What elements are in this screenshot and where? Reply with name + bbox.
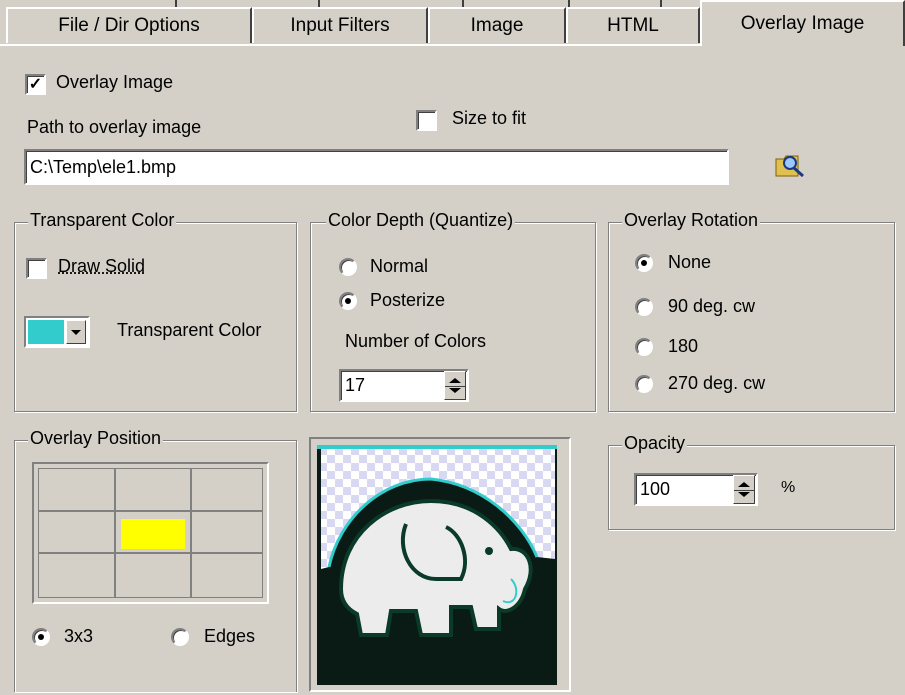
position-cell-top-center[interactable]: [114, 468, 192, 512]
transparent-color-label: Transparent Color: [117, 320, 261, 341]
tab-input-filters[interactable]: Input Filters: [252, 7, 428, 43]
tab-label: File / Dir Options: [58, 15, 199, 37]
tab-row-behind: [0, 0, 703, 7]
normal-label: Normal: [370, 256, 428, 277]
overlay-position-title: Overlay Position: [28, 428, 163, 449]
rotation-180-label: 180: [668, 336, 698, 357]
tab-label: Overlay Image: [741, 13, 865, 35]
number-of-colors-spinner[interactable]: [444, 371, 466, 400]
position-highlight: [121, 519, 185, 549]
overlay-image-label: Overlay Image: [56, 72, 173, 93]
mode-3x3-radio[interactable]: [32, 628, 50, 646]
opacity-unit: %: [781, 479, 795, 497]
position-cell-bottom-center[interactable]: [114, 552, 192, 598]
rotation-none-radio[interactable]: [635, 254, 653, 272]
posterize-label: Posterize: [370, 290, 445, 311]
color-depth-title: Color Depth (Quantize): [326, 210, 515, 231]
overlay-rotation-title: Overlay Rotation: [622, 210, 760, 231]
opacity-spinner[interactable]: [733, 475, 755, 504]
tab-strip: File / Dir Options Input Filters Image H…: [0, 0, 905, 46]
folder-search-icon[interactable]: [774, 150, 808, 180]
transparent-color-title: Transparent Color: [28, 210, 176, 231]
normal-radio[interactable]: [339, 258, 357, 276]
position-cell-middle-left[interactable]: [38, 510, 116, 554]
posterize-radio[interactable]: [339, 292, 357, 310]
tab-divider: [0, 44, 703, 46]
path-label: Path to overlay image: [27, 117, 201, 138]
position-grid: [32, 462, 269, 604]
opacity-title: Opacity: [622, 433, 687, 454]
tab-html[interactable]: HTML: [566, 7, 700, 43]
position-cell-bottom-right[interactable]: [190, 552, 263, 598]
transparent-color-picker[interactable]: [24, 316, 90, 348]
color-swatch: [28, 320, 64, 344]
rotation-270-radio[interactable]: [635, 375, 653, 393]
path-input[interactable]: C:\Temp\ele1.bmp: [24, 149, 729, 185]
position-cell-top-right[interactable]: [190, 468, 263, 512]
size-to-fit-checkbox[interactable]: [416, 110, 437, 131]
draw-solid-label: Draw Solid: [58, 256, 145, 277]
mode-edges-radio[interactable]: [171, 628, 189, 646]
preview-frame: [309, 437, 571, 692]
mode-edges-label: Edges: [204, 626, 255, 647]
dropdown-arrow-icon[interactable]: [66, 320, 86, 344]
mode-3x3-label: 3x3: [64, 626, 93, 647]
elephant-preview-image: [311, 439, 569, 690]
size-to-fit-label: Size to fit: [452, 108, 526, 129]
rotation-none-label: None: [668, 252, 711, 273]
number-of-colors-value: 17: [345, 375, 365, 395]
position-cell-top-left[interactable]: [38, 468, 116, 512]
rotation-90-label: 90 deg. cw: [668, 296, 755, 317]
tab-label: Input Filters: [290, 15, 389, 37]
position-cell-bottom-left[interactable]: [38, 552, 116, 598]
opacity-value: 100: [640, 479, 670, 499]
tab-label: Image: [471, 15, 524, 37]
position-cell-middle-right[interactable]: [190, 510, 263, 554]
rotation-180-radio[interactable]: [635, 338, 653, 356]
rotation-270-label: 270 deg. cw: [668, 373, 765, 394]
draw-solid-checkbox[interactable]: [26, 258, 47, 279]
tab-overlay-image[interactable]: Overlay Image: [700, 0, 905, 46]
tab-image[interactable]: Image: [428, 7, 566, 43]
number-of-colors-label: Number of Colors: [345, 331, 486, 352]
tab-label: HTML: [607, 15, 659, 37]
rotation-90-radio[interactable]: [635, 298, 653, 316]
overlay-image-checkbox[interactable]: ✓: [25, 74, 46, 95]
tab-file-dir-options[interactable]: File / Dir Options: [6, 7, 252, 43]
position-cell-center[interactable]: [114, 510, 192, 554]
